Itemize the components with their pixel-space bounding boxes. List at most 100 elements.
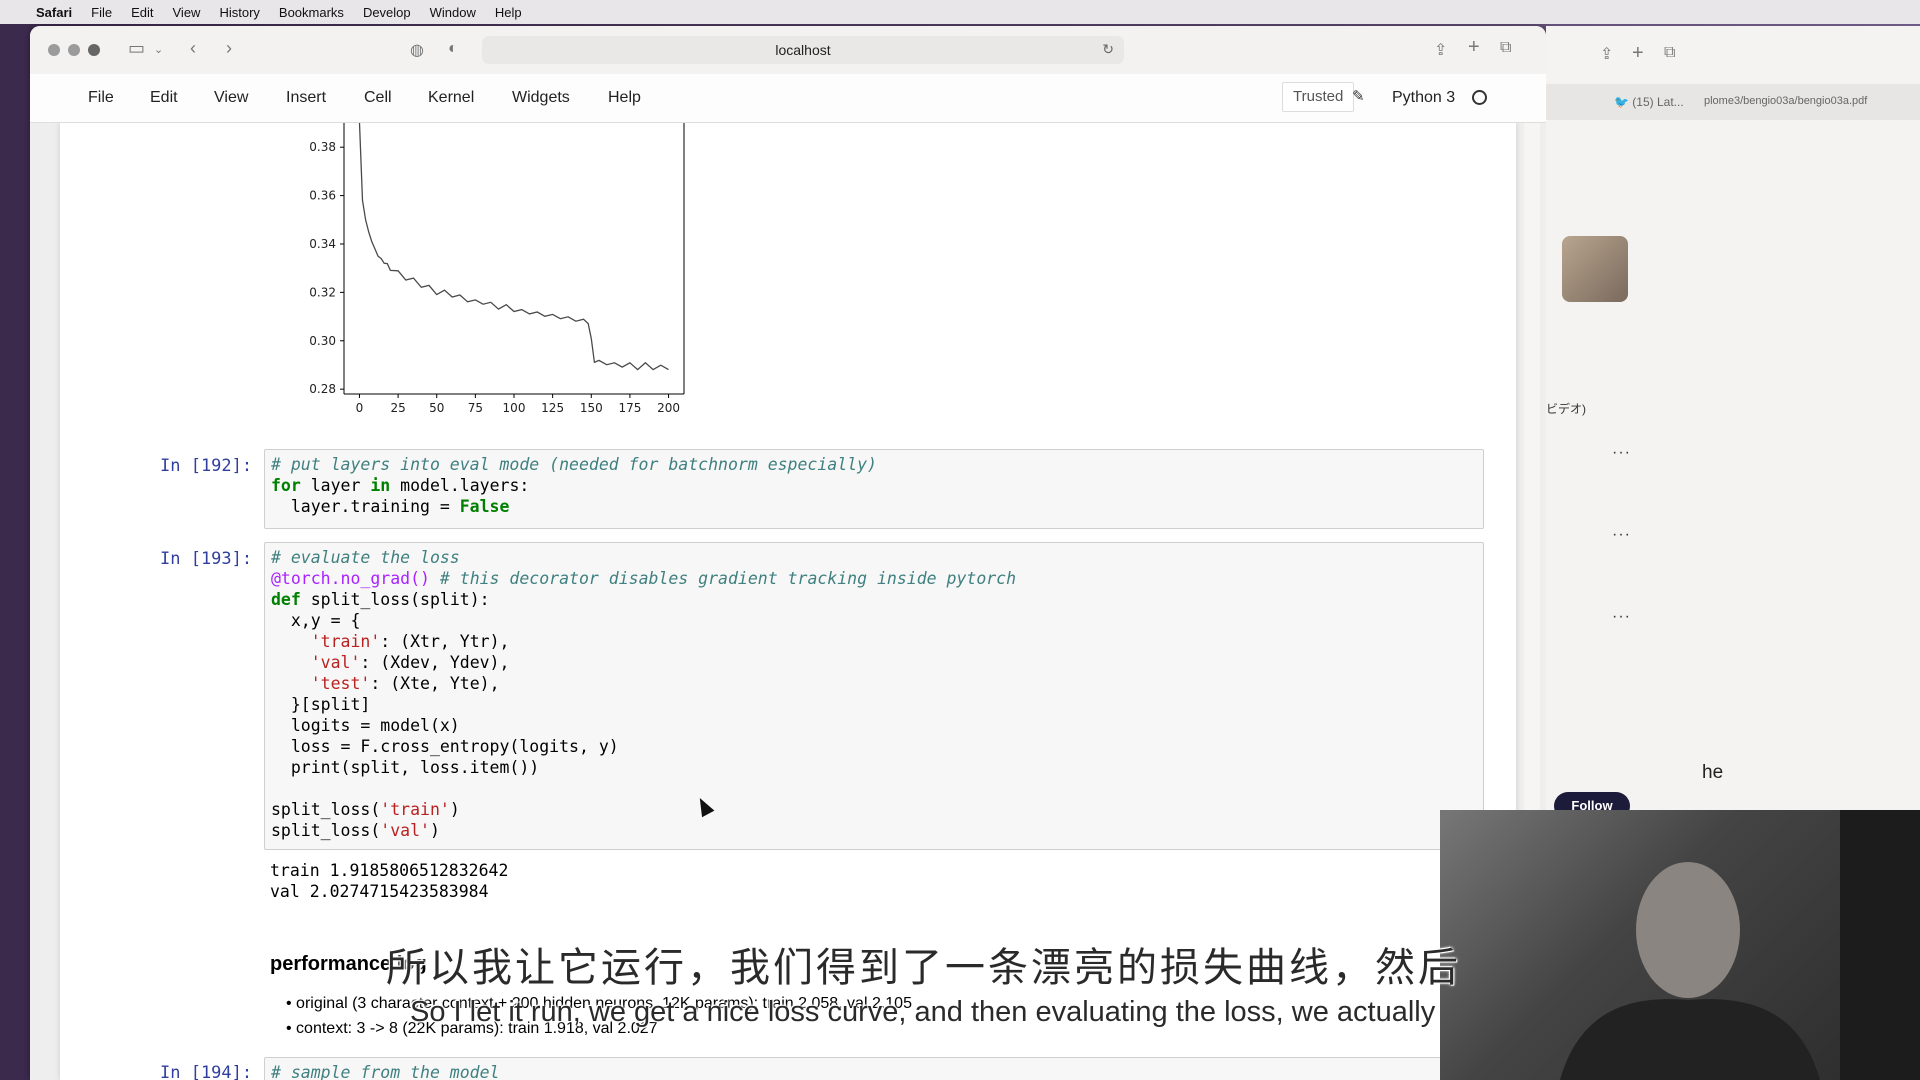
jupyter-menu-kernel[interactable]: Kernel bbox=[428, 89, 474, 107]
safari-window: ▭ ⌄ ‹ › ◍ ◐ localhost ↻ ⇪ + ⧉ File Edit … bbox=[30, 26, 1546, 1080]
cell-192-prompt: In [192]: bbox=[160, 456, 253, 476]
chevron-down-icon[interactable]: ⌄ bbox=[154, 43, 163, 56]
kernel-status-icon bbox=[1472, 90, 1487, 105]
output-line-train: train 1.9185806512832642 bbox=[270, 861, 509, 880]
pdf-tab-url[interactable]: plome3/bengio03a/bengio03a.pdf bbox=[1704, 95, 1867, 107]
cell-194-prompt: In [194]: bbox=[160, 1063, 253, 1080]
code-text: logits = model(x) bbox=[271, 716, 460, 735]
share-icon[interactable]: ⇪ bbox=[1434, 40, 1447, 60]
jupyter-menu-widgets[interactable]: Widgets bbox=[512, 89, 570, 107]
jupyter-menubar: File Edit View Insert Cell Kernel Widget… bbox=[30, 74, 1546, 123]
code-text: loss = F.cross_entropy(logits, y) bbox=[271, 737, 619, 756]
chart-series-line bbox=[358, 123, 669, 371]
more-options-icon[interactable]: ··· bbox=[1612, 526, 1631, 544]
trusted-indicator[interactable]: Trusted bbox=[1282, 82, 1355, 112]
back-arrow-icon[interactable]: ‹ bbox=[190, 38, 196, 59]
code-text: print(split, loss.item()) bbox=[271, 758, 540, 777]
zoom-window-icon[interactable] bbox=[88, 44, 100, 56]
menubar-app-name[interactable]: Safari bbox=[36, 5, 72, 20]
presenter-silhouette bbox=[1560, 810, 1920, 1080]
cell-193-code: # evaluate the loss @torch.no_grad() # t… bbox=[271, 547, 1016, 841]
subtitle-english: So I let it run, we get a nice loss curv… bbox=[410, 996, 1436, 1028]
menubar-view[interactable]: View bbox=[173, 5, 201, 20]
sidebar-toggle-icon[interactable]: ▭ bbox=[128, 38, 145, 59]
tab-overview-icon[interactable]: ⧉ bbox=[1500, 39, 1511, 57]
code-text: x,y = { bbox=[271, 611, 361, 630]
code-text: : (Xdev, Ydev), bbox=[360, 653, 510, 672]
menubar-help[interactable]: Help bbox=[495, 5, 522, 20]
more-options-icon[interactable]: ··· bbox=[1612, 608, 1631, 626]
jupyter-menu-file[interactable]: File bbox=[88, 89, 114, 107]
kernel-name[interactable]: Python 3 bbox=[1392, 89, 1455, 107]
share-icon[interactable]: ⇪ bbox=[1600, 44, 1613, 64]
twitter-tab[interactable]: 🐦 (15) Lat... bbox=[1614, 95, 1684, 109]
tab-overview-icon[interactable]: ⧉ bbox=[1664, 44, 1675, 62]
chart-y-tick-label: 0.30 bbox=[309, 334, 336, 348]
chart-x-tick-label: 175 bbox=[618, 401, 641, 415]
address-bar[interactable]: localhost ↻ bbox=[482, 36, 1124, 64]
shield-icon[interactable]: ◐ bbox=[448, 40, 458, 58]
reload-icon[interactable]: ↻ bbox=[1102, 41, 1114, 58]
edit-pencil-icon[interactable]: ✎ bbox=[1352, 87, 1365, 105]
cell-192-input[interactable]: # put layers into eval mode (needed for … bbox=[264, 449, 1484, 529]
code-string: 'train' bbox=[310, 632, 381, 651]
code-keyword: for bbox=[271, 476, 301, 495]
cell-192-code: # put layers into eval mode (needed for … bbox=[271, 454, 877, 517]
chart-x-tick-label: 75 bbox=[468, 401, 483, 415]
minimize-window-icon[interactable] bbox=[68, 44, 80, 56]
code-keyword: def bbox=[271, 590, 301, 609]
privacy-report-icon[interactable]: ◍ bbox=[410, 40, 424, 60]
avatar[interactable] bbox=[1562, 236, 1628, 302]
url-text: localhost bbox=[775, 42, 831, 58]
code-text: ) bbox=[429, 821, 440, 840]
forward-arrow-icon[interactable]: › bbox=[226, 38, 232, 59]
chart-x-tick-label: 25 bbox=[390, 401, 405, 415]
menubar-file[interactable]: File bbox=[91, 5, 112, 20]
menubar-bookmarks[interactable]: Bookmarks bbox=[279, 5, 344, 20]
more-options-icon[interactable]: ··· bbox=[1612, 444, 1631, 462]
chart-x-tick-label: 0 bbox=[356, 401, 364, 415]
code-text: split_loss( bbox=[271, 821, 381, 840]
side-jp-text: ビデオ) bbox=[1546, 402, 1586, 416]
jupyter-menu-help[interactable]: Help bbox=[608, 89, 641, 107]
code-keyword: in bbox=[370, 476, 391, 495]
cell-194-input[interactable]: # sample from the model bbox=[264, 1057, 1484, 1080]
chart-x-tick-label: 150 bbox=[580, 401, 603, 415]
browser-tab-strip: 🐦 (15) Lat... plome3/bengio03a/bengio03a… bbox=[1546, 84, 1920, 120]
jupyter-menu-view[interactable]: View bbox=[214, 89, 248, 107]
chart-y-tick-label: 0.28 bbox=[309, 382, 336, 396]
code-text: model.layers: bbox=[390, 476, 530, 495]
jupyter-menu-insert[interactable]: Insert bbox=[286, 89, 326, 107]
code-comment: # evaluate the loss bbox=[271, 548, 460, 567]
webcam-overlay bbox=[1440, 810, 1920, 1080]
code-text: layer.training = bbox=[271, 497, 460, 516]
twitter-tab-label: (15) Lat... bbox=[1632, 95, 1684, 109]
cell-193-prompt: In [193]: bbox=[160, 549, 253, 569]
menubar-window[interactable]: Window bbox=[430, 5, 476, 20]
chart-x-tick-label: 200 bbox=[657, 401, 680, 415]
code-comment: # this decorator disables gradient track… bbox=[429, 569, 1017, 588]
chart-y-tick-label: 0.36 bbox=[309, 189, 336, 203]
menubar-history[interactable]: History bbox=[219, 5, 259, 20]
jupyter-menu-edit[interactable]: Edit bbox=[150, 89, 178, 107]
code-text: }[split] bbox=[271, 695, 371, 714]
code-text: layer bbox=[300, 476, 371, 495]
code-text: split_loss( bbox=[271, 800, 381, 819]
output-line-val: val 2.0274715423583984 bbox=[270, 882, 489, 901]
menubar-edit[interactable]: Edit bbox=[131, 5, 153, 20]
jupyter-menu-cell[interactable]: Cell bbox=[364, 89, 392, 107]
new-tab-icon[interactable]: + bbox=[1632, 42, 1644, 65]
code-decorator: @torch.no_grad() bbox=[271, 569, 430, 588]
code-text: : (Xte, Yte), bbox=[370, 674, 500, 693]
cell-194-code: # sample from the model bbox=[271, 1062, 499, 1080]
menubar-develop[interactable]: Develop bbox=[363, 5, 411, 20]
code-string: 'train' bbox=[380, 800, 450, 819]
chart-y-tick-label: 0.32 bbox=[309, 285, 336, 299]
cell-193-input[interactable]: # evaluate the loss @torch.no_grad() # t… bbox=[264, 542, 1484, 850]
code-comment: # put layers into eval mode (needed for … bbox=[271, 455, 877, 474]
new-tab-icon[interactable]: + bbox=[1468, 36, 1480, 59]
close-window-icon[interactable] bbox=[48, 44, 60, 56]
